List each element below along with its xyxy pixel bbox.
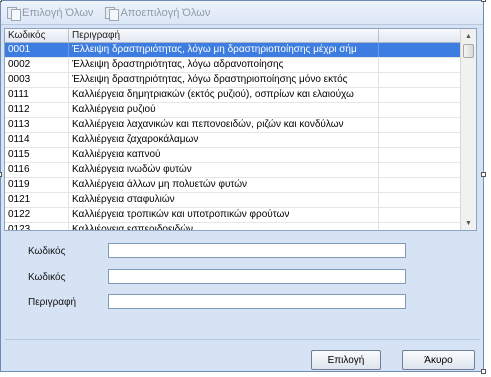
cell-code: 0122 [5,208,69,222]
cell-description: Καλλιέργεια δημητριακών (εκτός ρυζιού), … [69,88,379,102]
resize-handle[interactable] [481,172,486,177]
description-label: Περιγραφή [28,297,77,308]
cell-code: 0116 [5,163,69,177]
copy-pages-icon [7,6,21,21]
resize-handle[interactable] [0,0,2,2]
table-row[interactable]: 0003 Έλλειψη δραστηριότητας, λόγω δραστηρ… [5,73,462,88]
triangle-down-icon[interactable]: ▼ [461,216,476,230]
cell-description: Έλλειψη δραστηριότητας, λόγω μη δραστηρι… [69,43,379,57]
copy-pages-icon [105,6,120,21]
cell-description: Έλλειψη δραστηριότητας, λόγω αδρανοποίησ… [69,58,379,72]
code-field-2[interactable] [108,269,406,284]
description-field[interactable] [108,294,406,309]
cell-code: 0113 [5,118,69,132]
resize-handle[interactable] [0,172,2,177]
table-row[interactable]: 0121 Καλλιέργεια σταφυλιών [5,193,462,208]
cell-description: Καλλιέργεια καπνού [69,148,379,162]
resize-handle[interactable] [481,0,486,2]
cell-code: 0123 [5,223,69,230]
table-row[interactable]: 0122 Καλλιέργεια τροπικών και υποτροπικών… [5,208,462,223]
triangle-up-icon[interactable]: ▲ [461,29,476,43]
cancel-button[interactable]: Άκυρο [402,350,475,370]
cell-description: Καλλιέργεια ινωδών φυτών [69,163,379,177]
cell-description: Καλλιέργεια εσπεριδοειδών [69,223,379,230]
deselect-all-label: Αποεπιλογή Όλων [120,6,211,19]
cell-description: Καλλιέργεια ζαχαροκάλαμων [69,133,379,147]
code-label-1: Κωδικός [28,246,66,257]
select-button[interactable]: Επιλογή [311,350,381,370]
codes-grid[interactable]: Κωδικός Περιγραφή 0001 Έλλειψη δραστηριότ… [4,28,477,231]
cell-code: 0119 [5,178,69,192]
table-row[interactable]: 0114 Καλλιέργεια ζαχαροκάλαμων [5,133,462,148]
cell-code: 0002 [5,58,69,72]
cell-code: 0003 [5,73,69,87]
cell-description: Καλλιέργεια άλλων μη πολυετών φυτών [69,178,379,192]
table-row[interactable]: 0123 Καλλιέργεια εσπεριδοειδών [5,223,462,230]
resize-handle[interactable] [481,369,486,374]
select-all-button[interactable]: Επιλογή Όλων [7,6,94,21]
table-row[interactable]: 0112 Καλλιέργεια ρυζιού [5,103,462,118]
cell-code: 0114 [5,133,69,147]
deselect-all-button[interactable]: Αποεπιλογή Όλων [105,6,211,21]
cell-code: 0112 [5,103,69,117]
cell-code: 0121 [5,193,69,207]
scrollbar-thumb[interactable] [463,44,474,58]
vertical-scrollbar[interactable]: ▲ ▼ [460,29,476,230]
cell-code: 0111 [5,88,69,102]
code-field-1[interactable] [108,243,406,258]
table-row[interactable]: 0119 Καλλιέργεια άλλων μη πολυετών φυτών [5,178,462,193]
cell-code: 0001 [5,43,69,57]
column-header-code[interactable]: Κωδικός [5,29,69,42]
grid-header: Κωδικός Περιγραφή [5,29,476,43]
code-label-2: Κωδικός [28,272,66,283]
table-row[interactable]: 0113 Καλλιέργεια λαχανικών και πεπονοειδώ… [5,118,462,133]
cell-description: Καλλιέργεια ρυζιού [69,103,379,117]
table-row[interactable]: 0116 Καλλιέργεια ινωδών φυτών [5,163,462,178]
cell-code: 0115 [5,148,69,162]
table-row[interactable]: 0002 Έλλειψη δραστηριότητας, λόγω αδρανοπ… [5,58,462,73]
cell-description: Καλλιέργεια λαχανικών και πεπονοειδών, ρ… [69,118,379,132]
select-all-label: Επιλογή Όλων [22,6,94,19]
selection-dialog: Επιλογή Όλων Αποεπιλογή Όλων Κωδικός Περ… [0,0,484,372]
toolbar: Επιλογή Όλων Αποεπιλογή Όλων [1,1,483,25]
footer-divider [5,339,480,340]
table-row[interactable]: 0115 Καλλιέργεια καπνού [5,148,462,163]
cell-description: Καλλιέργεια σταφυλιών [69,193,379,207]
table-row[interactable]: 0001 Έλλειψη δραστηριότητας, λόγω μη δρασ… [5,43,462,58]
cell-description: Έλλειψη δραστηριότητας, λόγω δραστηριοπο… [69,73,379,87]
cell-description: Καλλιέργεια τροπικών και υποτροπικών φρο… [69,208,379,222]
column-header-description[interactable]: Περιγραφή [69,29,379,42]
grid-rows: 0001 Έλλειψη δραστηριότητας, λόγω μη δρασ… [5,43,462,230]
table-row[interactable]: 0111 Καλλιέργεια δημητριακών (εκτός ρυζιο… [5,88,462,103]
